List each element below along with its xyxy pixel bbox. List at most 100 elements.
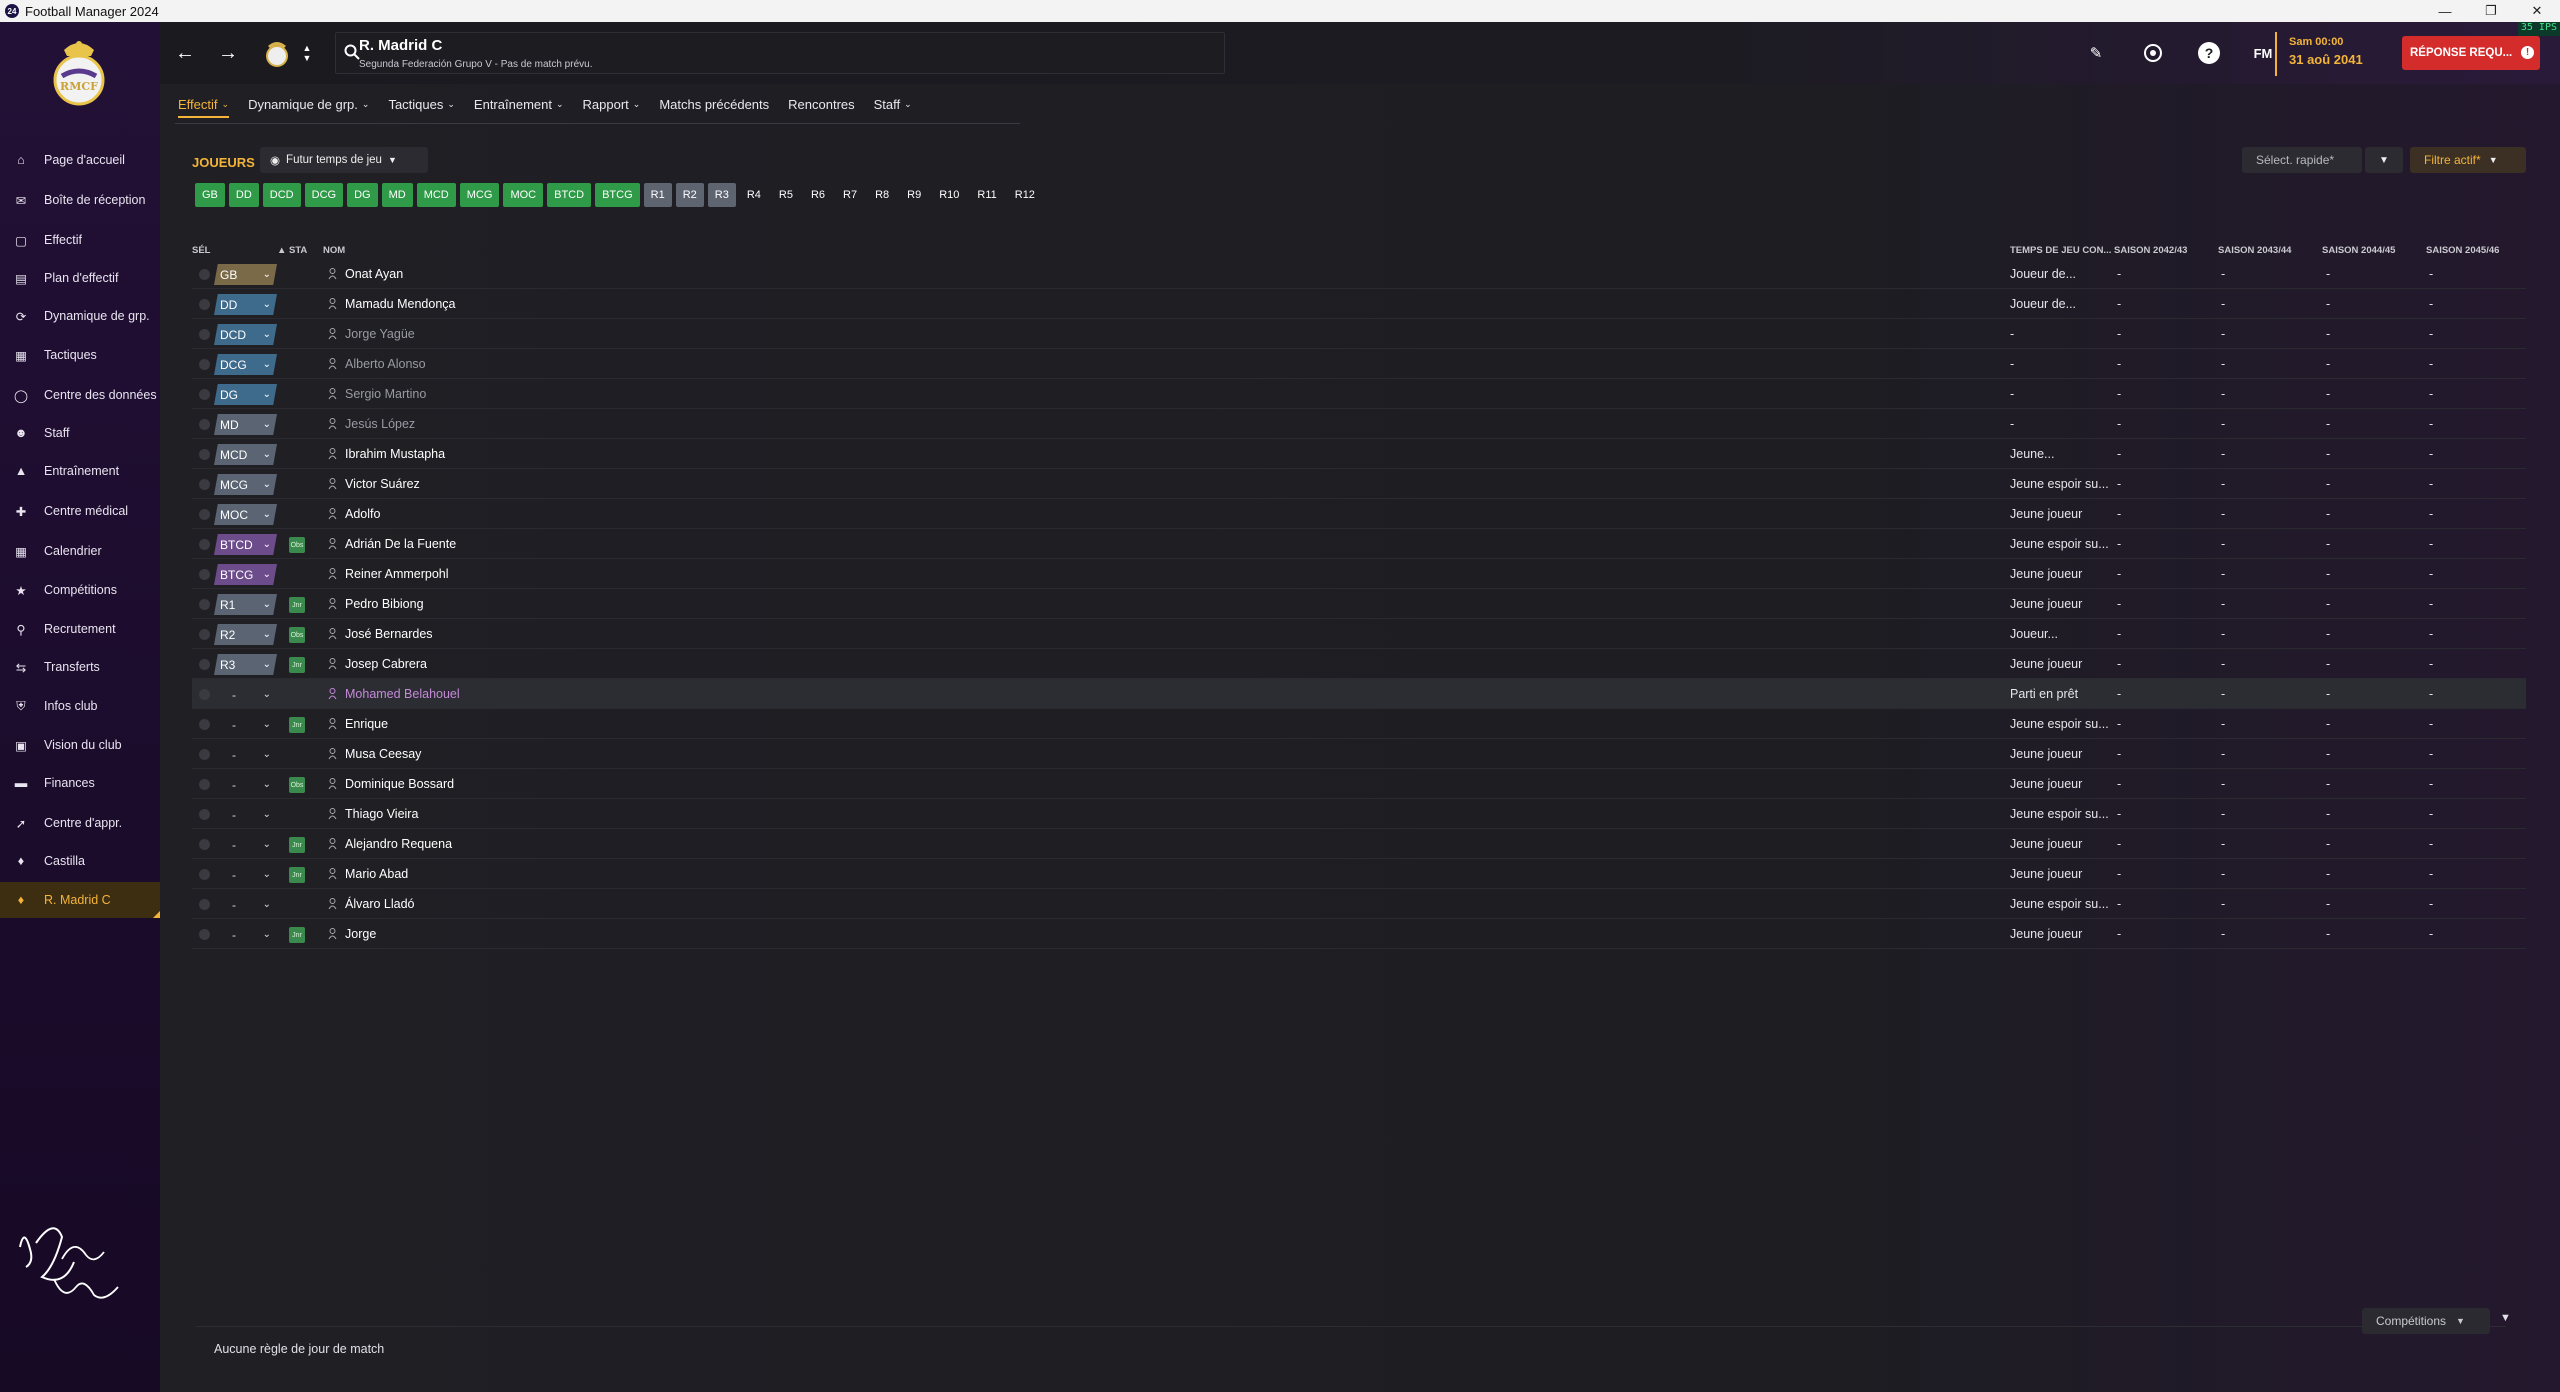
header-season-1[interactable]: SAISON 2042/43: [2114, 245, 2187, 256]
sidebar-item-tactiques[interactable]: ▦ Tactiques: [0, 337, 160, 373]
player-name[interactable]: Pedro Bibiong: [345, 597, 424, 611]
position-dropdown[interactable]: - ⌄: [214, 714, 277, 735]
sidebar-item-comp-titions[interactable]: ★ Compétitions: [0, 572, 160, 608]
position-dropdown[interactable]: - ⌄: [214, 684, 277, 705]
player-name[interactable]: José Bernardes: [345, 627, 433, 641]
player-name[interactable]: Reiner Ammerpohl: [345, 567, 449, 581]
sidebar-item-effectif[interactable]: ▢ Effectif: [0, 222, 160, 258]
chevron-down-icon[interactable]: ▼: [2365, 147, 2403, 173]
position-dropdown[interactable]: - ⌄: [214, 924, 277, 945]
select-radio[interactable]: [199, 629, 210, 640]
expand-icon[interactable]: ▼: [2500, 1312, 2511, 1324]
table-row[interactable]: GB ⌄ Onat Ayan Joueur de... - - - -: [192, 259, 2526, 289]
table-row[interactable]: - ⌄ Jnr Mario Abad Jeune joueur - - - -: [192, 859, 2526, 889]
sidebar-item-plan-d-effectif[interactable]: ▤ Plan d'effectif: [0, 260, 160, 296]
table-row[interactable]: MCD ⌄ Ibrahim Mustapha Jeune... - - - -: [192, 439, 2526, 469]
sidebar-item-centre-des-donn-es[interactable]: ◯ Centre des données: [0, 377, 160, 413]
player-name[interactable]: Alberto Alonso: [345, 357, 426, 371]
sidebar-item-centre-d-appr[interactable]: ➚ Centre d'appr.: [0, 805, 160, 841]
position-chip-r2[interactable]: R2: [675, 183, 704, 207]
select-radio[interactable]: [199, 479, 210, 490]
tab-tactiques[interactable]: Tactiques ⌄: [388, 84, 454, 124]
position-chip-r1[interactable]: R1: [643, 183, 672, 207]
header-season-4[interactable]: SAISON 2045/46: [2426, 245, 2499, 256]
club-crest-icon[interactable]: RMCF: [50, 36, 108, 108]
select-radio[interactable]: [199, 719, 210, 730]
select-radio[interactable]: [199, 449, 210, 460]
header-name[interactable]: NOM: [323, 245, 345, 256]
position-dropdown[interactable]: R1 ⌄: [214, 594, 277, 615]
tab-rapport[interactable]: Rapport ⌄: [583, 84, 641, 124]
table-row[interactable]: R3 ⌄ Jnr Josep Cabrera Jeune joueur - - - -: [192, 649, 2526, 679]
table-row[interactable]: - ⌄ Jnr Alejandro Requena Jeune joueur - - - -: [192, 829, 2526, 859]
position-chip-r9[interactable]: R9: [900, 183, 928, 207]
sidebar-item-centre-m-dical[interactable]: ✚ Centre médical: [0, 493, 160, 529]
minimize-icon[interactable]: —: [2422, 0, 2468, 22]
select-radio[interactable]: [199, 929, 210, 940]
table-row[interactable]: - ⌄ Mohamed Belahouel Parti en prêt - - - -: [192, 679, 2526, 709]
select-radio[interactable]: [199, 809, 210, 820]
table-row[interactable]: MOC ⌄ Adolfo Jeune joueur - - - -: [192, 499, 2526, 529]
position-chip-r4[interactable]: R4: [740, 183, 768, 207]
position-chip-mcg[interactable]: MCG: [459, 183, 500, 207]
tab-effectif[interactable]: Effectif ⌄: [178, 84, 230, 124]
select-radio[interactable]: [199, 389, 210, 400]
position-dropdown[interactable]: MD ⌄: [214, 414, 277, 435]
select-radio[interactable]: [199, 359, 210, 370]
position-dropdown[interactable]: BTCD ⌄: [214, 534, 277, 555]
player-name[interactable]: Alejandro Requena: [345, 837, 452, 851]
player-name[interactable]: Victor Suárez: [345, 477, 420, 491]
forward-arrow-icon[interactable]: →: [215, 40, 241, 66]
player-name[interactable]: Sergio Martino: [345, 387, 426, 401]
table-row[interactable]: MCG ⌄ Victor Suárez Jeune espoir su... - - - -: [192, 469, 2526, 499]
player-name[interactable]: Onat Ayan: [345, 267, 403, 281]
sidebar-item-recrutement[interactable]: ⚲ Recrutement: [0, 611, 160, 647]
table-row[interactable]: MD ⌄ Jesús López - - - - -: [192, 409, 2526, 439]
back-arrow-icon[interactable]: ←: [172, 40, 198, 66]
player-name[interactable]: Mamadu Mendonça: [345, 297, 455, 311]
table-row[interactable]: - ⌄ Álvaro Lladó Jeune espoir su... - - - -: [192, 889, 2526, 919]
select-radio[interactable]: [199, 869, 210, 880]
team-switch-icon[interactable]: ▲ ▼: [300, 38, 314, 68]
position-chip-gb[interactable]: GB: [195, 183, 225, 207]
position-chip-btcd[interactable]: BTCD: [547, 183, 592, 207]
table-row[interactable]: - ⌄ Jnr Jorge Jeune joueur - - - -: [192, 919, 2526, 949]
position-chip-r11[interactable]: R11: [970, 183, 1003, 207]
position-chip-mcd[interactable]: MCD: [416, 183, 456, 207]
select-radio[interactable]: [199, 539, 210, 550]
player-name[interactable]: Jorge: [345, 927, 376, 941]
table-row[interactable]: R1 ⌄ Jnr Pedro Bibiong Jeune joueur - - - -: [192, 589, 2526, 619]
position-chip-dd[interactable]: DD: [228, 183, 259, 207]
quick-select-dropdown[interactable]: Sélect. rapide*: [2242, 147, 2362, 173]
position-dropdown[interactable]: MOC ⌄: [214, 504, 277, 525]
header-sel[interactable]: SÉL: [192, 245, 210, 256]
restore-icon[interactable]: ❐: [2468, 0, 2514, 22]
table-row[interactable]: - ⌄ Thiago Vieira Jeune espoir su... - - - -: [192, 799, 2526, 829]
position-chip-r7[interactable]: R7: [836, 183, 864, 207]
select-radio[interactable]: [199, 839, 210, 850]
header-season-3[interactable]: SAISON 2044/45: [2322, 245, 2395, 256]
tab-entra-nement[interactable]: Entraînement ⌄: [474, 84, 564, 124]
select-radio[interactable]: [199, 299, 210, 310]
position-dropdown[interactable]: - ⌄: [214, 894, 277, 915]
header-sta[interactable]: STA: [289, 245, 307, 256]
player-name[interactable]: Enrique: [345, 717, 388, 731]
position-chip-r3[interactable]: R3: [707, 183, 736, 207]
position-dropdown[interactable]: R3 ⌄: [214, 654, 277, 675]
position-chip-btcg[interactable]: BTCG: [595, 183, 640, 207]
position-dropdown[interactable]: GB ⌄: [214, 264, 277, 285]
select-radio[interactable]: [199, 599, 210, 610]
player-name[interactable]: Álvaro Lladó: [345, 897, 415, 911]
sidebar-item-transferts[interactable]: ⇆ Transferts: [0, 649, 160, 685]
table-row[interactable]: DG ⌄ Sergio Martino - - - - -: [192, 379, 2526, 409]
tab-dynamique-de-grp[interactable]: Dynamique de grp. ⌄: [248, 84, 369, 124]
player-name[interactable]: Adolfo: [345, 507, 380, 521]
select-radio[interactable]: [199, 269, 210, 280]
position-chip-r5[interactable]: R5: [772, 183, 800, 207]
reply-required-button[interactable]: RÉPONSE REQU... !: [2402, 36, 2540, 70]
continue-date-box[interactable]: Sam 00:00 31 aoû 2041: [2275, 32, 2395, 76]
select-radio[interactable]: [199, 899, 210, 910]
sidebar-item-dynamique-de-grp[interactable]: ⟳ Dynamique de grp.: [0, 298, 160, 334]
team-crest-icon[interactable]: [264, 40, 290, 68]
position-dropdown[interactable]: MCD ⌄: [214, 444, 277, 465]
